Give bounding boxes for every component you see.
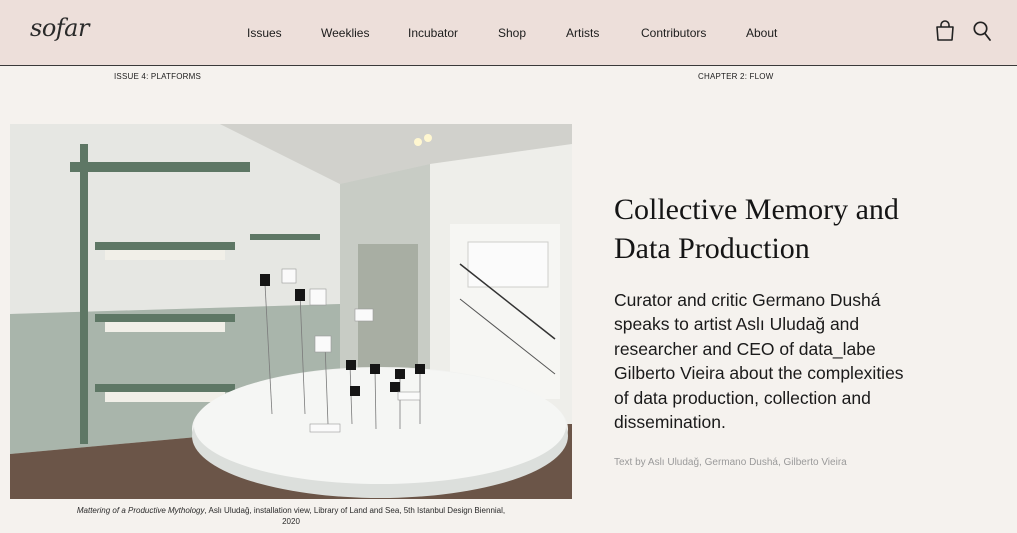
site-header: sofar Issues Weeklies Incubator Shop Art… — [0, 0, 1017, 66]
caption-title: Mattering of a Productive Mythology — [76, 506, 205, 515]
installation-photo — [10, 124, 572, 499]
nav-item-shop[interactable]: Shop — [498, 26, 566, 40]
article-byline: Text by Aslı Uludağ, Germano Dushá, Gilb… — [614, 457, 847, 468]
image-caption: Mattering of a Productive Mythology, Asl… — [70, 505, 512, 527]
caption-details: , Aslı Uludağ, installation view, Librar… — [204, 506, 506, 526]
nav-item-weeklies[interactable]: Weeklies — [321, 26, 408, 40]
bag-icon[interactable] — [934, 20, 956, 42]
article-hero-image — [10, 124, 572, 499]
nav-item-artists[interactable]: Artists — [566, 26, 641, 40]
nav-item-contributors[interactable]: Contributors — [641, 26, 746, 40]
nav-item-about[interactable]: About — [746, 26, 786, 40]
main-nav: Issues Weeklies Incubator Shop Artists C… — [247, 26, 786, 40]
article-standfirst: Curator and critic Germano Dushá speaks … — [614, 290, 904, 433]
search-icon[interactable] — [972, 20, 992, 42]
nav-item-incubator[interactable]: Incubator — [408, 26, 498, 40]
nav-item-issues[interactable]: Issues — [247, 26, 321, 40]
site-logo[interactable]: sofar — [30, 14, 89, 42]
breadcrumb-chapter[interactable]: CHAPTER 2: FLOW — [698, 72, 773, 81]
article-title: Collective Memory and Data Production — [614, 193, 899, 265]
breadcrumb-issue[interactable]: ISSUE 4: PLATFORMS — [114, 72, 201, 81]
